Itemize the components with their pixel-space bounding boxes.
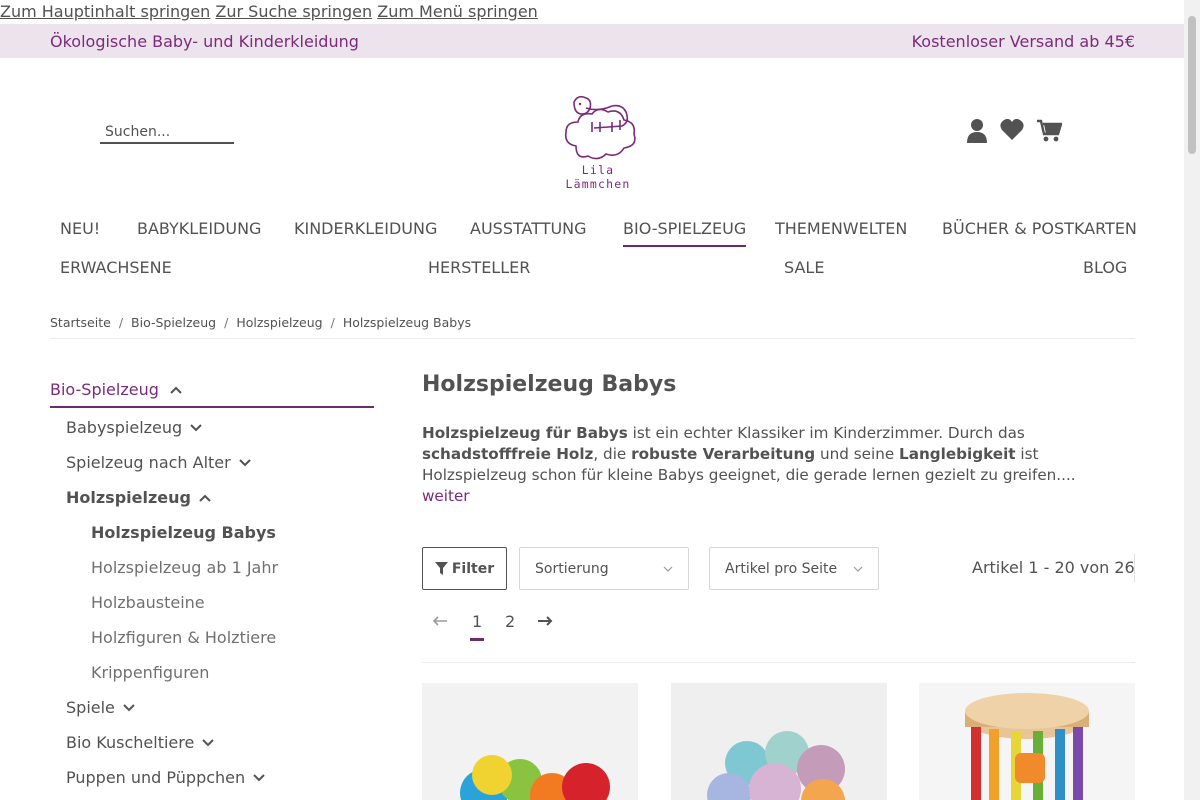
nav-item-blog[interactable]: BLOG (1083, 258, 1127, 277)
read-more-link[interactable]: weiter (422, 487, 470, 505)
sidebar-item-holzspielzeug[interactable]: Holzspielzeug (66, 488, 211, 507)
sidebar-subitem-holzspielzeug-babys[interactable]: Holzspielzeug Babys (91, 523, 276, 542)
desc-text-3: und seine (815, 445, 900, 463)
search-input[interactable]: Suchen... (100, 122, 234, 144)
desc-bold-3: robuste Verarbeitung (631, 445, 816, 463)
sidebar-item-label: Krippenfiguren (91, 663, 210, 682)
nav-item-erwachsene[interactable]: ERWACHSENE (60, 258, 172, 277)
breadcrumb-item[interactable]: Holzspielzeug (236, 315, 322, 330)
sort-select[interactable]: Sortierung (519, 547, 689, 590)
skip-links: Zum Hauptinhalt springen Zur Suche sprin… (0, 0, 538, 24)
scrollbar-thumb[interactable] (1188, 16, 1196, 154)
sidebar-item-label: Holzspielzeug (66, 488, 191, 507)
topbar-shipping-note: Kostenloser Versand ab 45€ (911, 31, 1135, 51)
sidebar-item-label: Holzbausteine (91, 593, 205, 612)
chevron-down-icon (190, 423, 202, 431)
top-info-bar: Ökologische Baby- und Kinderkleidung Kos… (0, 24, 1184, 58)
per-page-select-label: Artikel pro Seite (725, 560, 838, 577)
arrow-left-icon[interactable] (432, 616, 448, 626)
breadcrumb-separator: / (224, 315, 229, 330)
product-image-pastel-balls[interactable] (671, 683, 887, 800)
nav-item-ausstattung[interactable]: AUSSTATTUNG (470, 219, 587, 238)
chevron-up-icon (170, 386, 182, 394)
sidebar-category-title[interactable]: Bio-Spielzeug (50, 380, 374, 408)
page-2-link[interactable]: 2 (505, 612, 515, 631)
sidebar-item-label: Puppen und Püppchen (66, 768, 246, 787)
sidebar-item-label: Holzspielzeug Babys (91, 523, 276, 542)
filter-button-label: Filter (451, 560, 495, 577)
wishlist-heart-icon[interactable] (1000, 118, 1024, 144)
nav-item-kinderkleidung[interactable]: KINDERKLEIDUNG (294, 219, 437, 238)
sidebar-item-label: Holzfiguren & Holztiere (91, 628, 277, 647)
nav-item-themenwelten[interactable]: THEMENWELTEN (775, 219, 907, 238)
desc-text-1: ist ein echter Klassiker im Kinderzimmer… (627, 424, 1025, 442)
filter-button[interactable]: Filter (422, 547, 507, 590)
sidebar-subitem-holzbausteine[interactable]: Holzbausteine (91, 593, 205, 612)
nav-item-sale[interactable]: SALE (784, 258, 824, 277)
sidebar-item-label: Bio Kuscheltiere (66, 733, 195, 752)
page-1-link[interactable]: 1 (469, 612, 485, 641)
nav-item-bio-spielzeug[interactable]: BIO-SPIELZEUG (623, 219, 747, 247)
arrow-right-icon[interactable] (537, 616, 553, 626)
sidebar-title-text: Bio-Spielzeug (50, 380, 159, 399)
product-image-wooden-rattle[interactable] (919, 683, 1135, 800)
desc-bold-4: Langlebigkeit (899, 445, 1016, 463)
chevron-down-icon (253, 773, 265, 781)
sidebar-item-babyspielzeug[interactable]: Babyspielzeug (66, 418, 202, 437)
skip-to-search-link[interactable]: Zur Suche springen (215, 2, 372, 21)
topbar-tagline: Ökologische Baby- und Kinderkleidung (50, 31, 359, 51)
page-title: Holzspielzeug Babys (422, 372, 677, 397)
sidebar-item-label: Holzspielzeug ab 1 Jahr (91, 558, 279, 577)
logo-text[interactable]: Lila Lämmchen (546, 163, 650, 191)
desc-bold-2: schadstofffreie Holz (422, 445, 594, 463)
category-description: Holzspielzeug für Babys ist ein echter K… (422, 423, 1127, 507)
sidebar-item-label: Spiele (66, 698, 115, 717)
product-count: Artikel 1 - 20 von 26 (972, 558, 1135, 577)
sidebar-subitem-holzfiguren-holztiere[interactable]: Holzfiguren & Holztiere (91, 628, 276, 647)
nav-item-hersteller[interactable]: HERSTELLER (428, 258, 530, 277)
per-page-select[interactable]: Artikel pro Seite (709, 547, 879, 590)
breadcrumb: Startseite / Bio-Spielzeug / Holzspielze… (50, 315, 471, 330)
sidebar-item-spielzeug-nach-alter[interactable]: Spielzeug nach Alter (66, 453, 251, 472)
cart-icon[interactable] (1036, 118, 1063, 144)
product-image-rainbow-balls[interactable] (422, 683, 638, 800)
skip-to-menu-link[interactable]: Zum Menü springen (377, 2, 538, 21)
breadcrumb-current: Holzspielzeug Babys (342, 315, 472, 330)
page-scrollbar[interactable] (1184, 0, 1200, 800)
sidebar-subitem-holzspielzeug-ab-1-jahr[interactable]: Holzspielzeug ab 1 Jahr (91, 558, 278, 577)
funnel-icon (434, 561, 448, 575)
chevron-down-icon (663, 566, 673, 572)
chevron-down-icon (853, 566, 863, 572)
sidebar-item-puppen-und-pueppchen[interactable]: Puppen und Püppchen (66, 768, 265, 787)
nav-item-buecher-postkarten[interactable]: BÜCHER & POSTKARTEN (942, 219, 1137, 238)
chevron-down-icon (239, 458, 251, 466)
chevron-up-icon (199, 494, 211, 502)
desc-bold-1: Holzspielzeug für Babys (422, 424, 628, 442)
skip-to-main-link[interactable]: Zum Hauptinhalt springen (0, 2, 210, 21)
breadcrumb-item[interactable]: Bio-Spielzeug (131, 315, 216, 330)
nav-item-neu[interactable]: NEU! (60, 219, 100, 238)
sidebar-item-spiele[interactable]: Spiele (66, 698, 135, 717)
breadcrumb-divider (50, 338, 1135, 339)
chevron-down-icon (202, 738, 215, 746)
account-icon[interactable] (966, 118, 988, 144)
breadcrumb-separator: / (330, 315, 335, 330)
breadcrumb-separator: / (118, 315, 124, 330)
breadcrumb-item[interactable]: Startseite (50, 315, 111, 330)
count-divider (1134, 554, 1135, 582)
sidebar-item-bio-kuscheltiere[interactable]: Bio Kuscheltiere (66, 733, 215, 752)
header-actions (966, 118, 1063, 144)
sort-select-label: Sortierung (535, 560, 609, 577)
chevron-down-icon (123, 703, 135, 711)
nav-item-babykleidung[interactable]: BABYKLEIDUNG (137, 219, 261, 238)
sidebar-subitem-krippenfiguren[interactable]: Krippenfiguren (91, 663, 209, 682)
sidebar-item-label: Spielzeug nach Alter (66, 453, 231, 472)
pagination-divider (422, 662, 1135, 663)
desc-text-2: , die (593, 445, 632, 463)
sidebar-item-label: Babyspielzeug (66, 418, 183, 437)
